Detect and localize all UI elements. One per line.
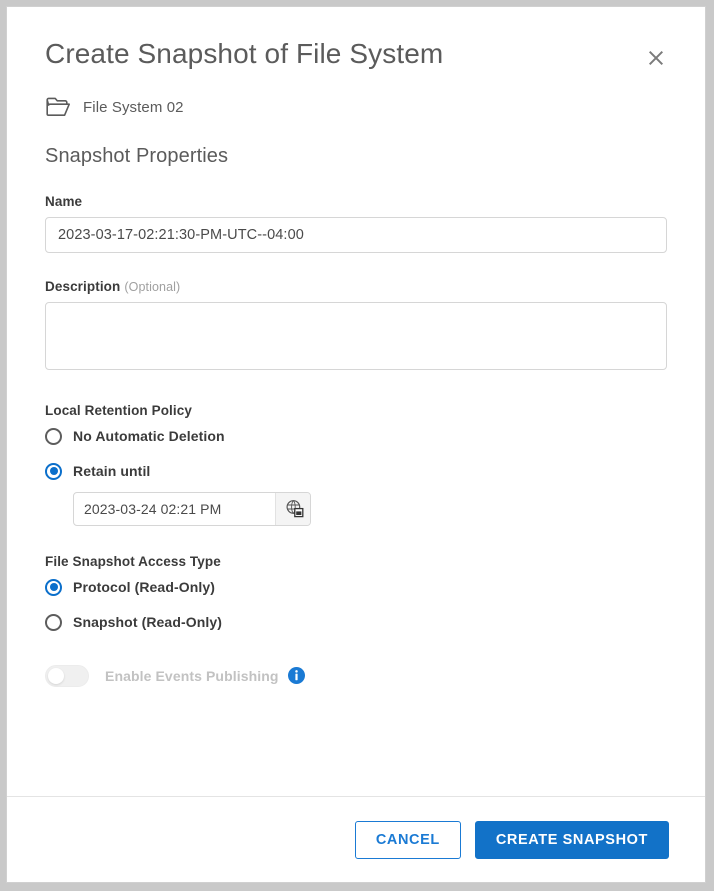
file-system-name: File System 02 bbox=[83, 99, 184, 117]
description-label-text: Description bbox=[45, 278, 121, 294]
close-icon-glyph bbox=[649, 51, 663, 65]
create-snapshot-dialog: Create Snapshot of File System File Syst… bbox=[7, 7, 705, 882]
radio-label: No Automatic Deletion bbox=[73, 428, 225, 445]
dialog-header: Create Snapshot of File System bbox=[7, 7, 705, 71]
close-icon[interactable] bbox=[641, 43, 671, 73]
calendar-clock-icon[interactable] bbox=[275, 492, 310, 525]
folder-icon bbox=[45, 97, 71, 119]
radio-icon-selected bbox=[45, 578, 62, 596]
description-optional-text: (Optional) bbox=[124, 279, 181, 294]
local-retention-policy-heading: Local Retention Policy bbox=[45, 402, 192, 418]
description-input[interactable] bbox=[45, 301, 667, 370]
retain-until-datetime-field bbox=[73, 491, 311, 526]
events-publishing-toggle[interactable] bbox=[45, 664, 89, 687]
dialog-body: File System 02 Snapshot Properties Name … bbox=[7, 97, 705, 687]
retain-until-input[interactable] bbox=[74, 492, 275, 525]
events-publishing-row: Enable Events Publishing bbox=[45, 664, 667, 687]
radio-label: Protocol (Read-Only) bbox=[73, 579, 216, 596]
radio-retain-until[interactable]: Retain until bbox=[45, 462, 667, 480]
name-input[interactable] bbox=[45, 216, 667, 253]
events-publishing-label: Enable Events Publishing bbox=[105, 667, 279, 684]
radio-icon-unselected bbox=[45, 427, 62, 445]
radio-snapshot-read-only[interactable]: Snapshot (Read-Only) bbox=[45, 613, 667, 631]
file-snapshot-access-type-heading: File Snapshot Access Type bbox=[45, 553, 221, 569]
radio-no-automatic-deletion[interactable]: No Automatic Deletion bbox=[45, 427, 667, 445]
dialog-footer: CANCEL CREATE SNAPSHOT bbox=[7, 796, 705, 882]
toggle-knob bbox=[48, 667, 64, 684]
page-title: Create Snapshot of File System bbox=[45, 38, 444, 69]
radio-label: Retain until bbox=[73, 463, 151, 480]
info-icon-glyph bbox=[287, 667, 305, 685]
create-snapshot-button[interactable]: CREATE SNAPSHOT bbox=[474, 820, 669, 859]
description-field-label: Description (Optional) bbox=[45, 279, 667, 294]
folder-icon-glyph bbox=[45, 97, 70, 117]
radio-icon-unselected bbox=[45, 613, 62, 631]
name-label-text: Name bbox=[45, 193, 83, 209]
radio-icon-selected bbox=[45, 462, 62, 480]
name-field-label: Name bbox=[45, 194, 667, 209]
calendar-clock-icon-glyph bbox=[286, 500, 304, 518]
info-icon[interactable] bbox=[287, 667, 305, 685]
radio-protocol-read-only[interactable]: Protocol (Read-Only) bbox=[45, 578, 667, 596]
radio-label: Snapshot (Read-Only) bbox=[73, 614, 223, 631]
page-frame: Create Snapshot of File System File Syst… bbox=[6, 6, 706, 883]
file-system-row: File System 02 bbox=[45, 97, 667, 119]
cancel-button[interactable]: CANCEL bbox=[354, 820, 461, 859]
section-heading: Snapshot Properties bbox=[45, 144, 229, 167]
